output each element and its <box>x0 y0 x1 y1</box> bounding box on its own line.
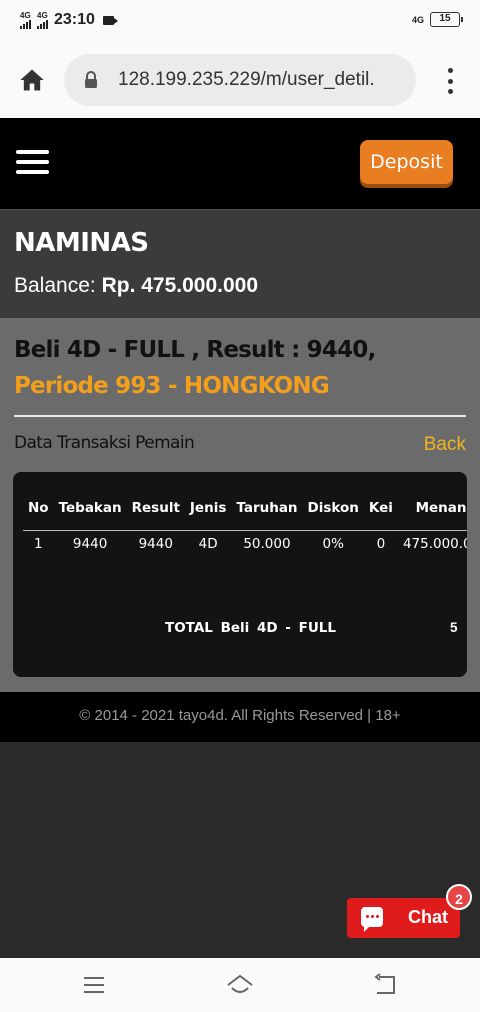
cell-result: 9440 <box>138 536 173 552</box>
cell-taruhan: 50.000 <box>243 536 291 552</box>
table-header-row: No Tebakan Result Jenis Taruhan Diskon K… <box>23 496 467 531</box>
back-link[interactable]: Back <box>424 434 466 456</box>
chat-label: Chat <box>408 907 448 927</box>
col-tebakan: Tebakan <box>53 496 127 531</box>
clock: 23:10 <box>54 11 95 28</box>
col-menang: Menang <box>397 496 467 531</box>
video-camera-icon <box>102 15 118 25</box>
home-nav-icon[interactable] <box>225 972 255 998</box>
user-panel: NAMINAS Balance: Rp. 475.000.000 <box>0 210 480 318</box>
col-jenis: Jenis <box>184 496 232 531</box>
signal-icon-1: 4G <box>20 10 31 29</box>
signal-label-1: 4G <box>20 10 31 20</box>
main-content: Beli 4D - FULL , Result : 9440, Periode … <box>0 318 480 692</box>
total-value: 5 <box>450 620 458 635</box>
browser-toolbar: 128.199.235.229/m/user_detil. <box>0 42 480 118</box>
col-diskon: Diskon <box>302 496 364 531</box>
footer: © 2014 - 2021 tayo4d. All Rights Reserve… <box>0 692 480 742</box>
battery-level: 15 <box>439 13 451 24</box>
balance: Balance: Rp. 475.000.000 <box>14 274 258 298</box>
status-right: 4G 15 <box>411 12 463 27</box>
col-kei: Kei <box>363 496 398 531</box>
battery-icon: 15 <box>430 12 463 27</box>
chat-button[interactable]: Chat <box>347 898 460 938</box>
total-label: TOTAL Beli 4D - FULL <box>165 620 336 636</box>
signal-icon-2: 4G <box>37 10 48 29</box>
back-nav-icon[interactable] <box>371 972 401 998</box>
cell-tebakan: 9440 <box>72 536 108 552</box>
chat-notification-badge: 2 <box>446 884 472 910</box>
table-row: 1 9440 9440 4D 50.000 0% 0 475.000.000 <box>23 531 467 558</box>
page-title: Beli 4D - FULL , Result : 9440, Periode … <box>14 332 474 404</box>
status-left: 4G 4G 23:10 <box>20 10 118 29</box>
signal-label-2: 4G <box>37 10 48 20</box>
hamburger-menu-icon[interactable] <box>16 150 49 174</box>
col-no: No <box>23 496 54 531</box>
col-taruhan: Taruhan <box>231 496 303 531</box>
status-bar: 4G 4G 23:10 4G 15 <box>0 0 480 42</box>
cell-no: 1 <box>33 536 43 552</box>
section-title: Data Transaksi Pemain <box>14 433 195 453</box>
title-bet-info: Beli 4D - FULL , Result : 9440, <box>14 337 376 363</box>
address-bar[interactable]: 128.199.235.229/m/user_detil. <box>64 54 416 106</box>
username: NAMINAS <box>14 228 149 258</box>
home-icon[interactable] <box>18 66 46 94</box>
divider <box>14 415 466 417</box>
balance-label: Balance: <box>14 274 96 297</box>
url-text: 128.199.235.229/m/user_detil. <box>118 69 375 90</box>
system-nav-bar <box>0 958 480 1012</box>
site-header: Deposit <box>0 118 480 210</box>
lock-icon <box>85 71 97 88</box>
cell-kei: 0 <box>376 536 386 552</box>
cell-jenis: 4D <box>198 536 218 552</box>
title-period: Periode 993 - HONGKONG <box>14 373 330 399</box>
col-result: Result <box>126 496 185 531</box>
balance-value: Rp. 475.000.000 <box>101 274 259 297</box>
more-options-icon[interactable] <box>446 68 454 94</box>
recent-apps-icon[interactable] <box>79 972 109 998</box>
cell-menang: 475.000.000 <box>402 536 467 552</box>
transaction-table-card: No Tebakan Result Jenis Taruhan Diskon K… <box>13 472 467 677</box>
chat-bubble-icon <box>361 907 383 932</box>
transaction-table: No Tebakan Result Jenis Taruhan Diskon K… <box>23 496 467 557</box>
deposit-button[interactable]: Deposit <box>360 140 453 184</box>
cell-diskon: 0% <box>322 536 344 552</box>
network-icon: 4G <box>411 14 424 25</box>
copyright-text: © 2014 - 2021 tayo4d. All Rights Reserve… <box>79 707 401 724</box>
